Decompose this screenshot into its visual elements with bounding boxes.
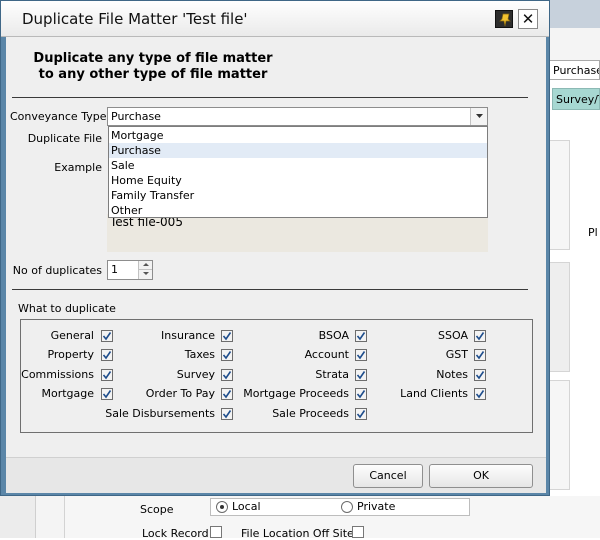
file-location-checkbox[interactable] (352, 526, 364, 538)
dropdown-item[interactable]: Family Transfer (109, 188, 487, 203)
divider (12, 97, 528, 98)
dialog-title: Duplicate File Matter 'Test file' (22, 10, 248, 28)
divider (12, 289, 528, 290)
checkbox-mortgage-proceeds[interactable] (355, 388, 367, 400)
heading-line-2: to any other type of file matter (38, 67, 268, 82)
checkbox-gst[interactable] (474, 349, 486, 361)
checkbox-order-to-pay[interactable] (221, 388, 233, 400)
checkbox-label-notes: Notes (436, 368, 468, 381)
dropdown-item[interactable]: Mortgage (109, 128, 487, 143)
ok-button[interactable]: OK (429, 464, 533, 488)
no-of-duplicates-label: No of duplicates (12, 264, 102, 277)
close-icon[interactable]: ✕ (518, 9, 538, 29)
pin-icon[interactable] (495, 10, 513, 28)
checkbox-notes[interactable] (474, 369, 486, 381)
checkbox-label-sale-disbursements: Sale Disbursements (105, 407, 215, 420)
scope-local-label: Local (232, 500, 261, 513)
scope-label: Scope (140, 503, 174, 516)
checkbox-label-gst: GST (445, 348, 468, 361)
lock-record-checkbox[interactable] (210, 526, 222, 538)
checkbox-label-survey: Survey (176, 368, 215, 381)
checkbox-mortgage[interactable] (101, 388, 113, 400)
no-of-duplicates-stepper[interactable]: 1 (107, 260, 153, 280)
checkbox-label-property: Property (47, 348, 94, 361)
checkbox-label-mortgage-proceeds: Mortgage Proceeds (243, 387, 349, 400)
chevron-down-icon[interactable] (138, 270, 152, 279)
conveyance-type-label: Conveyance Type (10, 110, 107, 123)
checkbox-land-clients[interactable] (474, 388, 486, 400)
checkbox-property[interactable] (101, 349, 113, 361)
checkbox-label-account: Account (304, 348, 349, 361)
example-label: Example (54, 161, 102, 174)
checkbox-sale-proceeds[interactable] (355, 408, 367, 420)
checkbox-label-strata: Strata (315, 368, 349, 381)
checkbox-ssoa[interactable] (474, 330, 486, 342)
scope-private-radio[interactable] (341, 501, 353, 513)
conveyance-type-select[interactable]: Purchase (107, 107, 488, 126)
checkbox-bsoa[interactable] (355, 330, 367, 342)
checkbox-sale-disbursements[interactable] (221, 408, 233, 420)
conveyance-type-value: Purchase (111, 110, 161, 123)
background-sidebar (0, 496, 36, 538)
lock-record-label: Lock Record (142, 527, 209, 540)
checkbox-taxes[interactable] (221, 349, 233, 361)
checkbox-insurance[interactable] (221, 330, 233, 342)
background-label: Pl (588, 226, 598, 239)
background-field[interactable]: Purchase (548, 60, 600, 80)
checkbox-label-order-to-pay: Order To Pay (145, 387, 215, 400)
checkbox-label-insurance: Insurance (161, 329, 215, 342)
checkbox-label-sale-proceeds: Sale Proceeds (272, 407, 349, 420)
chevron-down-icon[interactable] (470, 108, 487, 125)
checkbox-label-mortgage: Mortgage (41, 387, 94, 400)
duplicate-file-label: Duplicate File (27, 132, 102, 145)
checkbox-account[interactable] (355, 349, 367, 361)
checkbox-commissions[interactable] (101, 369, 113, 381)
checkbox-strata[interactable] (355, 369, 367, 381)
dialog-titlebar[interactable]: Duplicate File Matter 'Test file' ✕ (1, 1, 549, 37)
checkbox-general[interactable] (101, 330, 113, 342)
no-of-duplicates-value: 1 (111, 263, 118, 276)
conveyance-type-dropdown: Mortgage Purchase Sale Home Equity Famil… (108, 126, 488, 218)
scope-private-label: Private (357, 500, 396, 513)
checkbox-survey[interactable] (221, 369, 233, 381)
cancel-button[interactable]: Cancel (353, 464, 423, 488)
scope-local-radio[interactable] (216, 501, 228, 513)
what-to-duplicate-label: What to duplicate (18, 302, 116, 315)
checkbox-label-ssoa: SSOA (438, 329, 468, 342)
dropdown-item[interactable]: Home Equity (109, 173, 487, 188)
chevron-up-icon[interactable] (138, 261, 152, 270)
dropdown-item[interactable]: Other (109, 203, 487, 218)
checkbox-label-commissions: Commissions (21, 368, 94, 381)
checkbox-label-land-clients: Land Clients (400, 387, 468, 400)
dropdown-item-selected[interactable]: Purchase (109, 143, 487, 158)
checkbox-label-taxes: Taxes (184, 348, 215, 361)
dropdown-item[interactable]: Sale (109, 158, 487, 173)
checkbox-label-bsoa: BSOA (318, 329, 349, 342)
dialog-heading: Duplicate any type of file matter to any… (33, 51, 273, 83)
file-location-label: File Location Off Site (241, 527, 354, 540)
heading-line-1: Duplicate any type of file matter (33, 51, 273, 66)
checkbox-label-general: General (50, 329, 94, 342)
tab-survey[interactable]: Survey/T (552, 88, 600, 110)
